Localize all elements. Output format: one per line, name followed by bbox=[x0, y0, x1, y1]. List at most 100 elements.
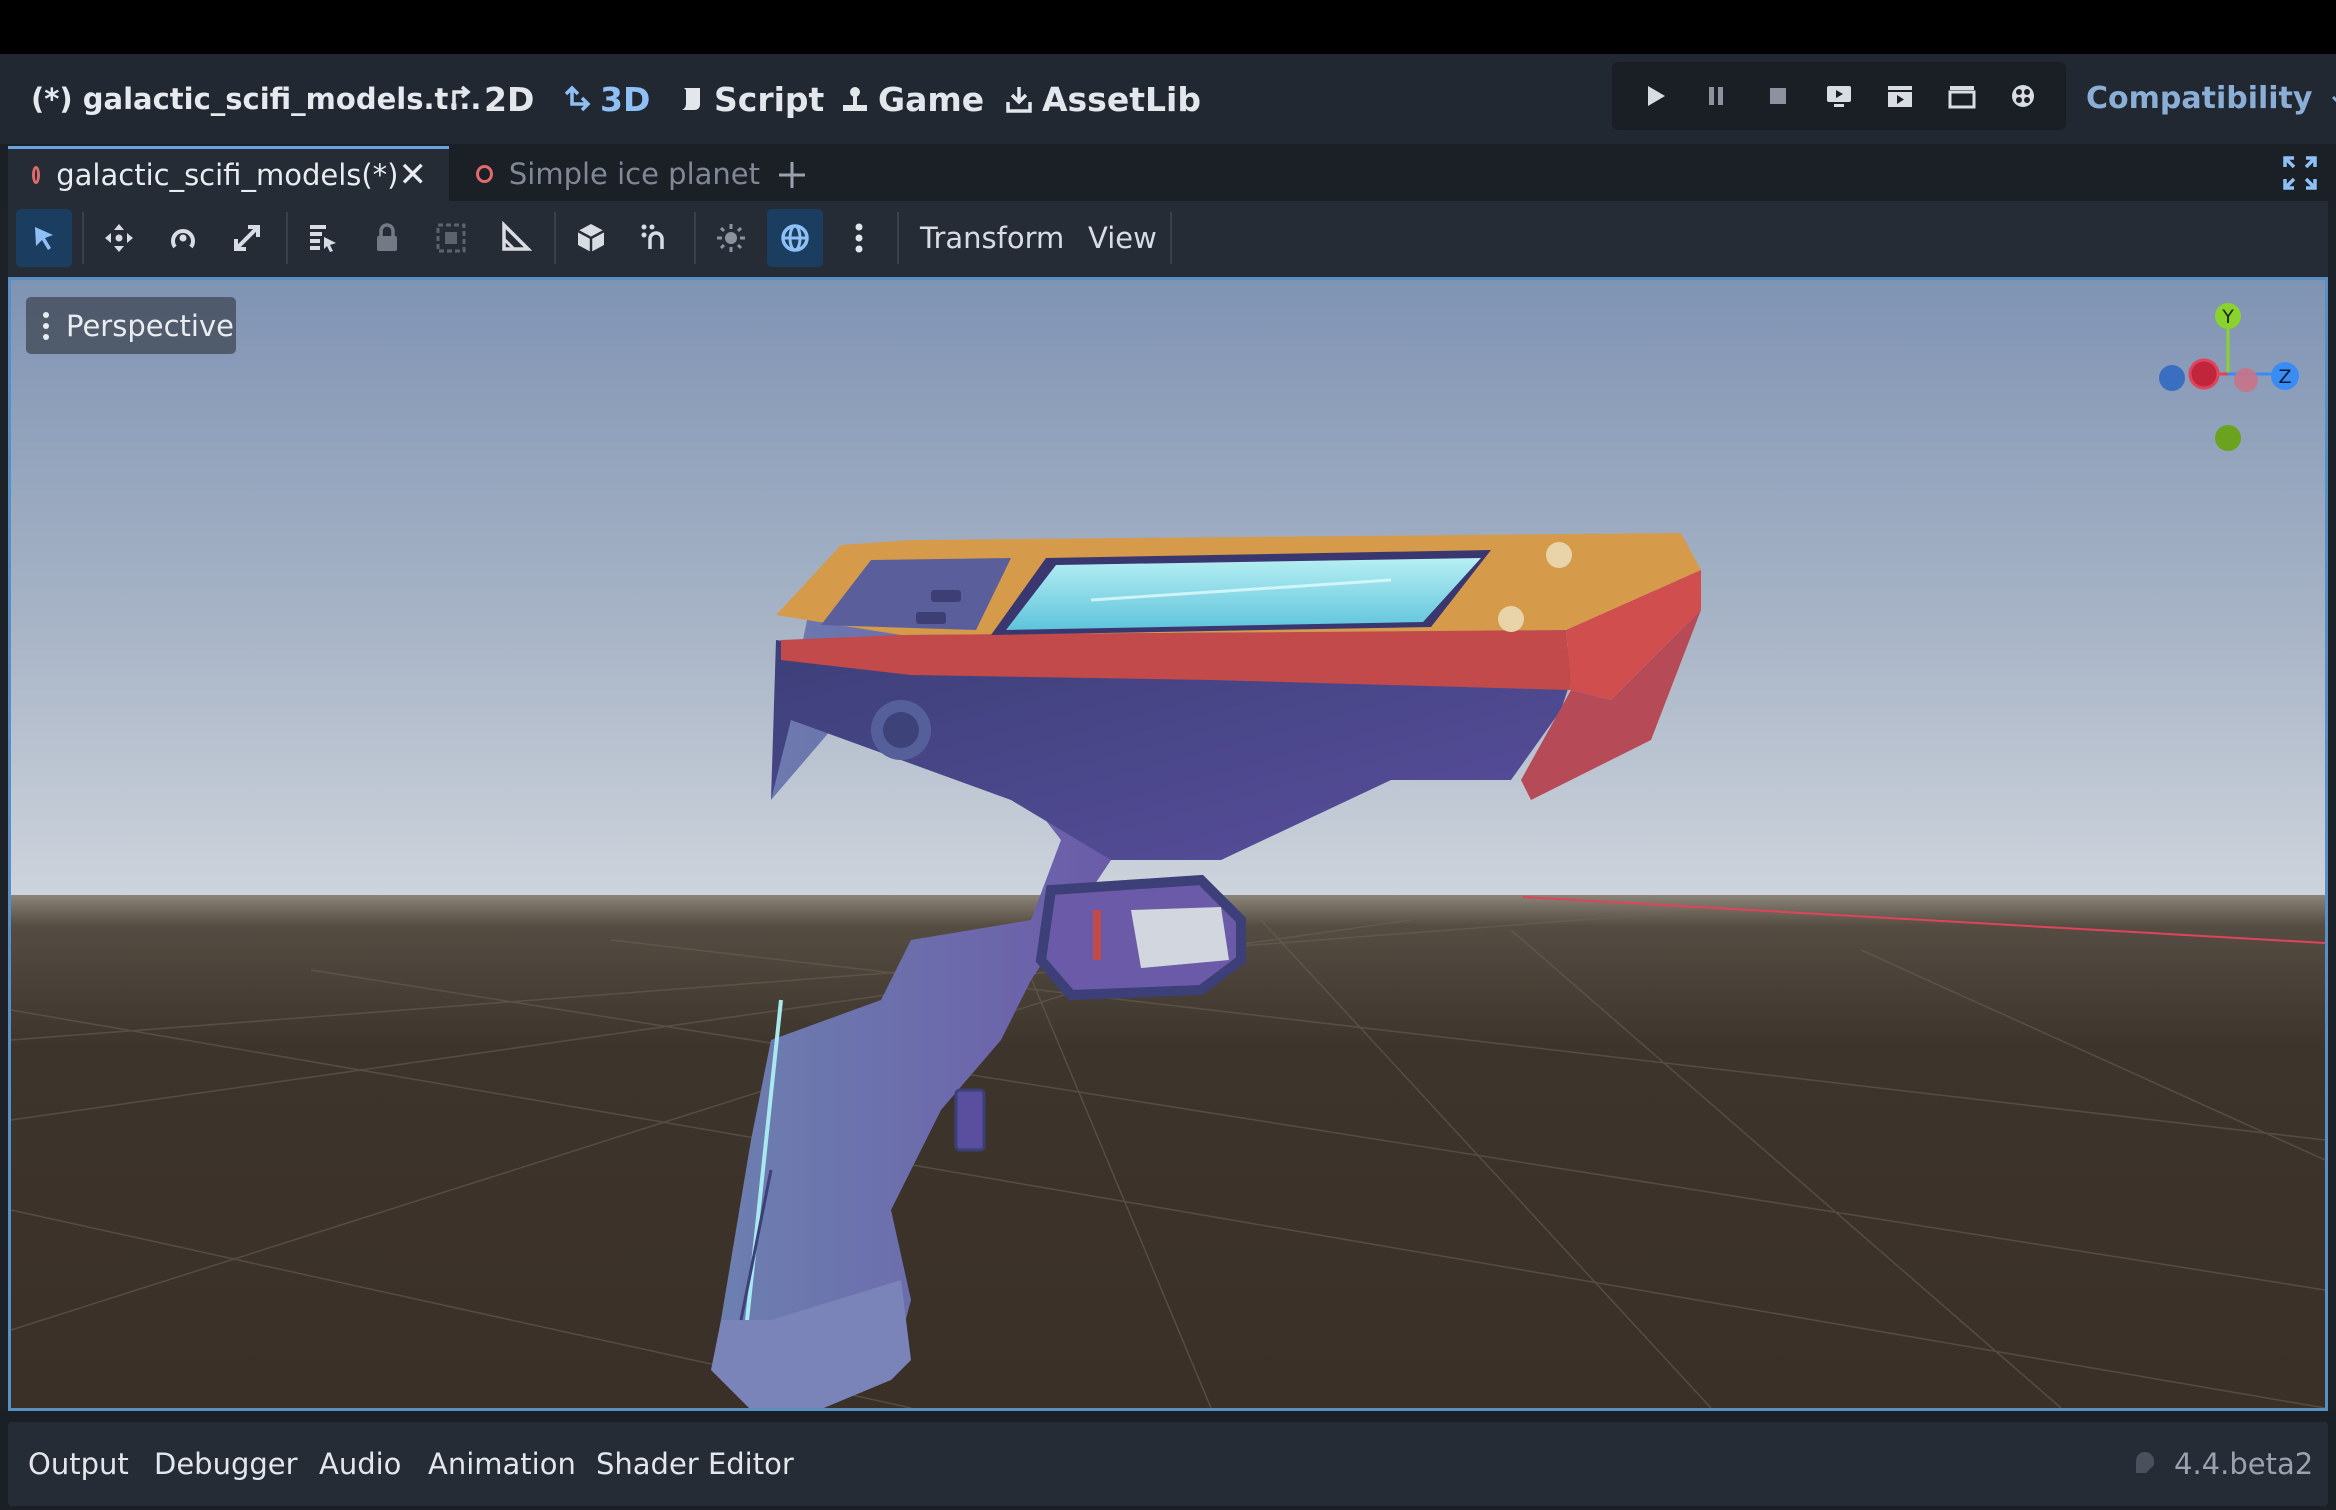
2d-icon bbox=[452, 85, 471, 110]
move-mode-icon bbox=[105, 224, 133, 252]
bottom-tab-audio[interactable]: Audio bbox=[319, 1422, 401, 1506]
bottom-tab-shader-editor[interactable]: Shader Editor bbox=[596, 1422, 794, 1506]
snap-icon bbox=[641, 224, 664, 249]
game-icon bbox=[843, 87, 867, 111]
play-custom-scene-button[interactable] bbox=[1942, 76, 1982, 116]
scene-root-icon bbox=[476, 164, 493, 183]
local-space-icon bbox=[577, 224, 605, 252]
group-button[interactable] bbox=[423, 209, 479, 267]
y-axis-label: Y bbox=[2221, 306, 2234, 328]
viewport-toolbar bbox=[8, 201, 2328, 277]
sun-preview-icon bbox=[717, 224, 745, 252]
play-icon bbox=[1647, 86, 1665, 106]
remote-debug-button[interactable] bbox=[1819, 76, 1859, 116]
distraction-free-icon[interactable] bbox=[2282, 155, 2318, 191]
transform-menu[interactable]: Transform bbox=[920, 209, 1064, 267]
workspace-game-label: Game bbox=[878, 79, 985, 119]
neg-z-axis-handle[interactable] bbox=[2159, 365, 2185, 391]
stop-button[interactable] bbox=[1758, 76, 1798, 116]
orientation-gizmo[interactable]: Y Z bbox=[2150, 296, 2310, 456]
movie-maker-button[interactable] bbox=[2003, 76, 2043, 116]
y-axis-handle[interactable]: Y bbox=[2215, 303, 2241, 329]
script-icon bbox=[682, 88, 700, 110]
bottom-tab-debugger[interactable]: Debugger bbox=[154, 1422, 298, 1506]
viewport-scene bbox=[11, 280, 2325, 1408]
pause-button[interactable] bbox=[1696, 76, 1736, 116]
workspace-2d-button[interactable]: 2D bbox=[446, 54, 534, 144]
sun-preview-button[interactable] bbox=[703, 209, 759, 267]
chevron-down-icon bbox=[2331, 95, 2336, 102]
rotate-mode-icon bbox=[171, 229, 195, 249]
renderer-dropdown[interactable]: Compatibility bbox=[2086, 54, 2336, 144]
z-axis-label: Z bbox=[2278, 366, 2291, 388]
more-icon bbox=[43, 311, 49, 340]
view-menu[interactable]: View bbox=[1088, 209, 1157, 267]
add-scene-tab-button[interactable] bbox=[776, 146, 808, 201]
update-spinner-icon bbox=[2136, 1452, 2154, 1473]
view-menu-perspective[interactable]: Perspective bbox=[26, 297, 236, 354]
ruler-button[interactable] bbox=[487, 209, 543, 267]
play-button[interactable] bbox=[1635, 76, 1675, 116]
lock-icon bbox=[377, 223, 397, 251]
neg-x-axis-handle[interactable] bbox=[2234, 368, 2258, 392]
toolbar-separator bbox=[1170, 212, 1172, 264]
neg-y-axis-handle[interactable] bbox=[2215, 425, 2241, 451]
run-controls bbox=[1612, 62, 2066, 130]
list-select-icon bbox=[310, 225, 336, 252]
workspace-assetlib-button[interactable]: AssetLib bbox=[1004, 54, 1201, 144]
scale-mode-button[interactable] bbox=[219, 209, 275, 267]
toolbar-separator bbox=[897, 212, 899, 264]
workspace-script-button[interactable]: Script bbox=[676, 54, 824, 144]
renderer-label: Compatibility bbox=[2086, 81, 2313, 116]
scene-root-icon bbox=[32, 166, 41, 184]
z-axis-handle[interactable]: Z bbox=[2271, 362, 2299, 390]
workspace-script-label: Script bbox=[714, 79, 825, 119]
scene-tab[interactable]: Simple ice planet bbox=[460, 146, 760, 201]
ruler-icon bbox=[502, 221, 532, 251]
environment-preview-icon bbox=[781, 224, 809, 252]
toolbar-separator bbox=[82, 212, 84, 264]
workspace-3d-button[interactable]: 3D bbox=[562, 54, 650, 144]
scene-title[interactable]: (*) galactic_scifi_models.t... bbox=[31, 54, 481, 144]
toolbar-separator bbox=[554, 212, 556, 264]
scene-tab-active[interactable]: galactic_scifi_models(*) ✕ bbox=[8, 146, 449, 201]
version-indicator[interactable]: 4.4.beta2 bbox=[2130, 1422, 2313, 1506]
bottom-tab-output[interactable]: Output bbox=[28, 1422, 129, 1506]
toolbar-separator bbox=[694, 212, 696, 264]
close-icon[interactable]: ✕ bbox=[399, 155, 428, 195]
move-mode-button[interactable] bbox=[91, 209, 147, 267]
environment-preview-button[interactable] bbox=[767, 209, 823, 267]
assetlib-icon bbox=[1006, 87, 1032, 113]
scene-tab-label: galactic_scifi_models(*) bbox=[56, 158, 399, 192]
play-scene-button[interactable] bbox=[1880, 76, 1920, 116]
3d-viewport[interactable] bbox=[8, 277, 2328, 1411]
more-options-button[interactable] bbox=[831, 209, 887, 267]
snap-button[interactable] bbox=[627, 209, 683, 267]
movie-maker-icon bbox=[2012, 85, 2035, 107]
play-scene-icon bbox=[1888, 86, 1913, 107]
select-mode-icon bbox=[35, 227, 53, 250]
workspace-game-button[interactable]: Game bbox=[840, 54, 984, 144]
rotate-mode-button[interactable] bbox=[155, 209, 211, 267]
play-custom-scene-icon bbox=[1948, 86, 1976, 109]
workspace-2d-label: 2D bbox=[484, 79, 535, 119]
scale-mode-icon bbox=[234, 225, 260, 251]
version-label: 4.4.beta2 bbox=[2174, 1447, 2314, 1481]
toolbar-separator bbox=[286, 212, 288, 264]
3d-icon bbox=[564, 85, 591, 112]
remote-debug-icon bbox=[1826, 86, 1851, 107]
list-select-button[interactable] bbox=[295, 209, 351, 267]
bottom-tab-animation[interactable]: Animation bbox=[428, 1422, 576, 1506]
more-icon bbox=[855, 223, 863, 253]
window-titlebar bbox=[0, 0, 2336, 54]
workspace-3d-label: 3D bbox=[600, 79, 651, 119]
group-icon bbox=[436, 223, 466, 253]
local-space-button[interactable] bbox=[563, 209, 619, 267]
perspective-label: Perspective bbox=[66, 308, 234, 343]
lock-button[interactable] bbox=[359, 209, 415, 267]
select-mode-button[interactable] bbox=[16, 209, 72, 267]
plus-icon bbox=[779, 162, 805, 188]
pause-icon bbox=[1709, 87, 1724, 105]
x-axis-handle[interactable] bbox=[2188, 358, 2220, 390]
workspace-assetlib-label: AssetLib bbox=[1042, 79, 1201, 119]
